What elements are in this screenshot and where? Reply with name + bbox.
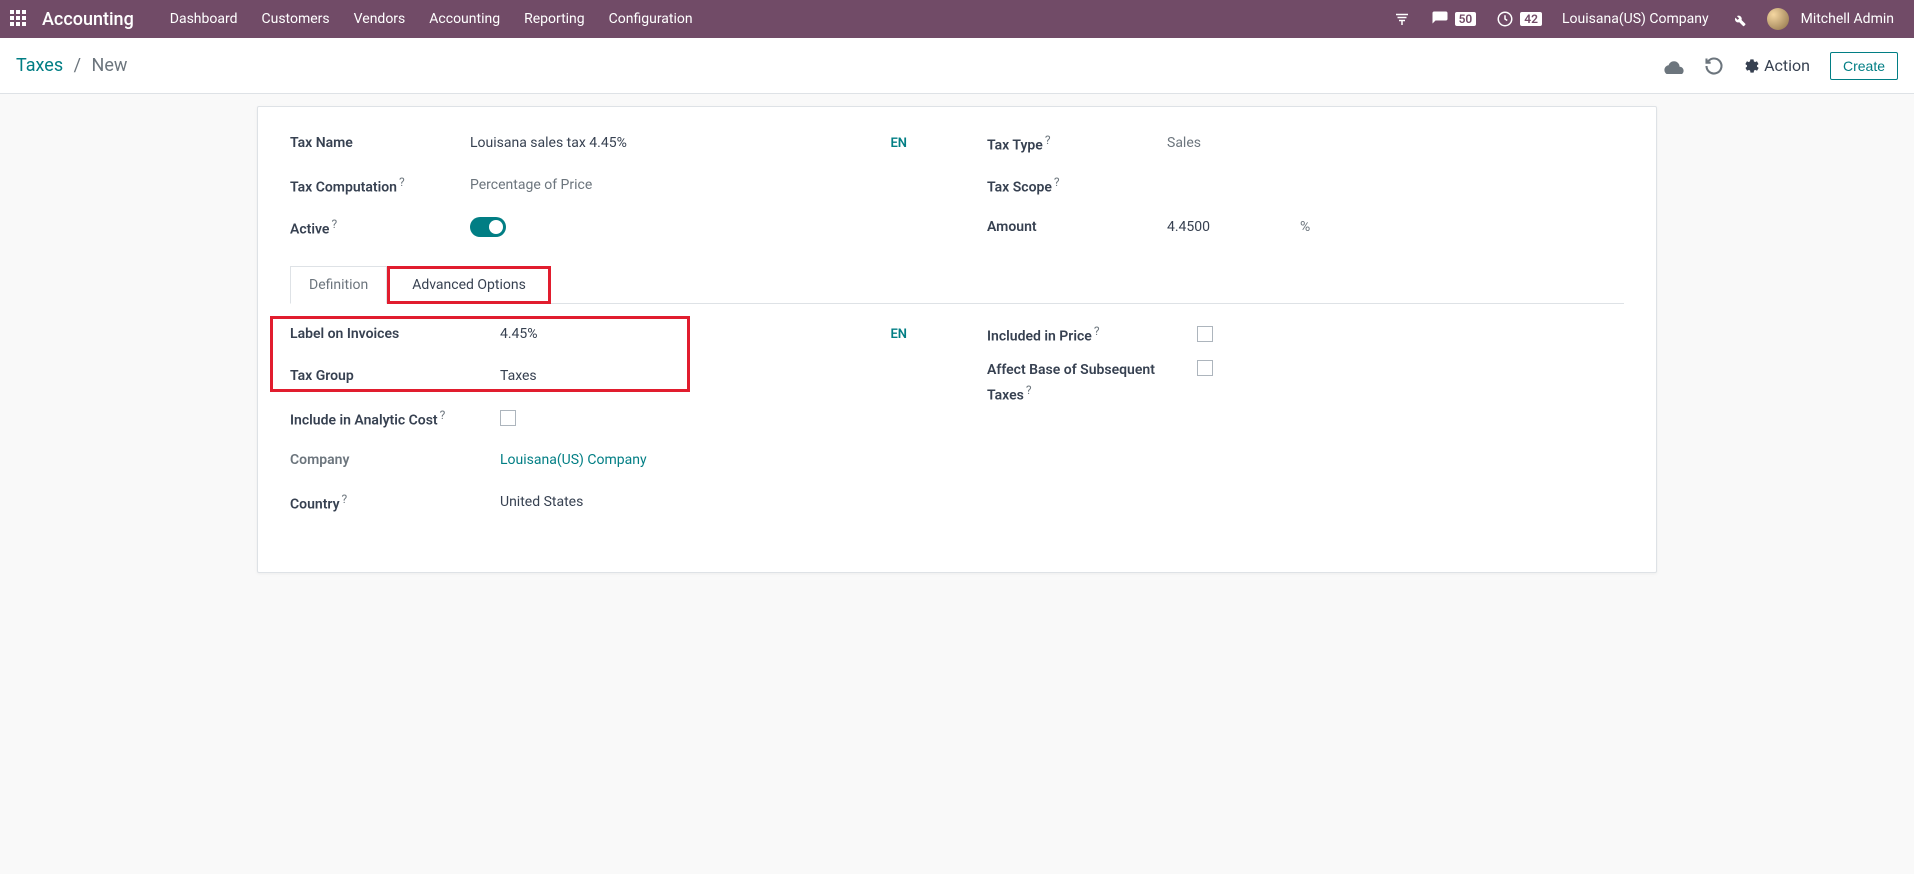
label-company: Company [290, 452, 500, 468]
top-navbar: Accounting Dashboard Customers Vendors A… [0, 0, 1914, 38]
help-icon[interactable]: ? [1094, 324, 1100, 338]
breadcrumb-current: New [92, 55, 128, 76]
value-amount[interactable]: 4.4500 [1167, 219, 1210, 235]
label-affect-base: Affect Base of Subsequent Taxes? [987, 360, 1197, 407]
value-tax-name[interactable]: Louisana sales tax 4.45% [470, 135, 627, 151]
user-name: Mitchell Admin [1801, 11, 1894, 27]
activity-badge: 42 [1520, 12, 1542, 26]
chat-icon[interactable]: 50 [1421, 10, 1487, 28]
company-switcher[interactable]: Louisana(US) Company [1552, 11, 1719, 27]
help-icon[interactable]: ? [440, 408, 446, 422]
field-company: Company Louisana(US) Company [290, 448, 927, 472]
label-tax-computation: Tax Computation? [290, 175, 470, 196]
value-label-on-invoices[interactable]: 4.45% [500, 326, 538, 342]
value-tax-computation[interactable]: Percentage of Price [470, 177, 592, 193]
help-icon[interactable]: ? [399, 175, 405, 189]
nav-reporting[interactable]: Reporting [512, 11, 597, 27]
help-icon[interactable]: ? [342, 492, 348, 506]
label-include-analytic: Include in Analytic Cost? [290, 408, 500, 429]
control-panel: Taxes / New Action Create [0, 38, 1914, 94]
field-tax-type: Tax Type? Sales [987, 131, 1624, 155]
label-tax-group: Tax Group [290, 368, 500, 384]
field-affect-base: Affect Base of Subsequent Taxes? [987, 360, 1624, 407]
nav-dashboard[interactable]: Dashboard [158, 11, 250, 27]
field-tax-name: Tax Name Louisana sales tax 4.45% EN [290, 131, 927, 155]
activity-icon[interactable]: 42 [1486, 10, 1552, 28]
field-active: Active? [290, 215, 927, 239]
field-include-analytic: Include in Analytic Cost? [290, 406, 927, 430]
tab-definition[interactable]: Definition [290, 266, 387, 304]
nav-accounting[interactable]: Accounting [417, 11, 512, 27]
nav-vendors[interactable]: Vendors [342, 11, 418, 27]
field-amount: Amount 4.4500 % [987, 215, 1624, 239]
field-tax-scope: Tax Scope? [987, 173, 1624, 197]
label-tax-name: Tax Name [290, 135, 470, 151]
tab-content-advanced: Label on Invoices 4.45% EN Tax Group Tax… [290, 304, 1624, 532]
label-country: Country? [290, 492, 500, 513]
breadcrumb-root[interactable]: Taxes [16, 55, 63, 76]
tab-advanced-options[interactable]: Advanced Options [387, 266, 551, 304]
value-country[interactable]: United States [500, 494, 583, 510]
checkbox-affect-base[interactable] [1197, 360, 1213, 376]
field-included-in-price: Included in Price? [987, 322, 1624, 346]
checkbox-included-in-price[interactable] [1197, 326, 1213, 342]
nav-configuration[interactable]: Configuration [597, 11, 705, 27]
lang-toggle-invoice[interactable]: EN [890, 327, 927, 342]
chat-badge: 50 [1455, 12, 1477, 26]
action-dropdown[interactable]: Action [1744, 56, 1810, 75]
create-button[interactable]: Create [1830, 52, 1898, 80]
apps-icon[interactable] [10, 10, 28, 28]
checkbox-include-analytic[interactable] [500, 410, 516, 426]
avatar [1767, 8, 1789, 30]
tabs: Definition Advanced Options [290, 265, 1624, 304]
label-active: Active? [290, 217, 470, 238]
field-tax-group: Tax Group Taxes [290, 364, 927, 388]
form-sheet: Tax Name Louisana sales tax 4.45% EN Tax… [257, 106, 1657, 573]
label-amount: Amount [987, 219, 1167, 235]
company-name: Louisana(US) Company [1562, 11, 1709, 27]
app-title[interactable]: Accounting [42, 9, 134, 30]
value-tax-type[interactable]: Sales [1167, 135, 1201, 151]
breadcrumb: Taxes / New [16, 55, 127, 76]
user-menu[interactable]: Mitchell Admin [1757, 8, 1904, 30]
value-company[interactable]: Louisana(US) Company [500, 452, 647, 468]
field-tax-computation: Tax Computation? Percentage of Price [290, 173, 927, 197]
label-tax-scope: Tax Scope? [987, 175, 1167, 196]
nav-customers[interactable]: Customers [250, 11, 342, 27]
label-label-on-invoices: Label on Invoices [290, 326, 500, 342]
breadcrumb-separator: / [68, 55, 87, 76]
action-label: Action [1764, 56, 1810, 75]
cloud-save-icon[interactable] [1664, 58, 1684, 74]
field-country: Country? United States [290, 490, 927, 514]
field-label-on-invoices: Label on Invoices 4.45% EN [290, 322, 927, 346]
value-tax-group[interactable]: Taxes [500, 368, 537, 384]
label-tax-type: Tax Type? [987, 133, 1167, 154]
help-icon[interactable]: ? [331, 217, 337, 231]
help-icon[interactable]: ? [1026, 383, 1032, 397]
help-icon[interactable]: ? [1054, 175, 1060, 189]
discard-icon[interactable] [1704, 56, 1724, 76]
help-icon[interactable]: ? [1045, 133, 1051, 147]
toggle-active[interactable] [470, 217, 506, 237]
amount-unit: % [1300, 219, 1310, 235]
label-included-in-price: Included in Price? [987, 324, 1197, 345]
voip-icon[interactable] [1383, 10, 1421, 28]
lang-toggle-name[interactable]: EN [890, 136, 927, 151]
tools-icon[interactable] [1719, 10, 1757, 28]
